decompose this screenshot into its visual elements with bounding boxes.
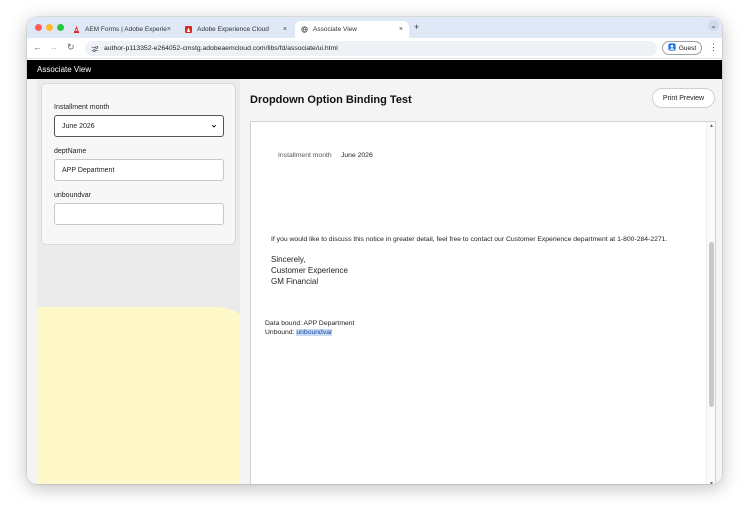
preview-installment-label: Installment month xyxy=(278,152,332,159)
form-panel: Installment month June 2026 deptName APP… xyxy=(37,79,240,484)
tab-aem-forms[interactable]: AEM Forms | Adobe Experien × xyxy=(67,21,177,38)
tab-title: AEM Forms | Adobe Experien xyxy=(85,26,167,33)
data-form: Installment month June 2026 deptName APP… xyxy=(41,83,236,245)
preview-unbound-value: unboundvar xyxy=(296,329,333,336)
profile-button[interactable]: Guest xyxy=(662,41,702,55)
scroll-thumb[interactable] xyxy=(709,242,714,407)
chevron-down-icon xyxy=(211,124,217,128)
field-label-unboundvar: unboundvar xyxy=(54,192,91,199)
globe-icon xyxy=(301,26,308,33)
field-label-installment-month: Installment month xyxy=(54,104,110,111)
document-title: Dropdown Option Binding Test xyxy=(250,94,412,106)
input-value: APP Department xyxy=(62,166,115,174)
deptname-input[interactable]: APP Department xyxy=(54,159,224,181)
preview-notice-text: If you would like to discuss this notice… xyxy=(271,236,668,243)
browser-toolbar: ← → ↻ author-p113352-e264052-cmstg.adobe… xyxy=(27,38,722,59)
preview-signoff: Sincerely, xyxy=(271,255,306,264)
preview-unbound-line: Unbound: unboundvar xyxy=(265,329,333,336)
back-icon[interactable]: ← xyxy=(33,42,42,52)
select-value: June 2026 xyxy=(62,122,95,130)
minimize-window-dot[interactable] xyxy=(46,24,53,31)
decorative-background xyxy=(37,307,240,484)
scroll-down-icon[interactable]: ▼ xyxy=(709,481,714,484)
tab-close-icon[interactable]: × xyxy=(167,26,171,33)
preview-scrollbar[interactable]: ▲ ▼ xyxy=(706,122,715,484)
maximize-window-dot[interactable] xyxy=(57,24,64,31)
browser-window: AEM Forms | Adobe Experien × Adobe Exper… xyxy=(27,17,722,484)
field-label-deptname: deptName xyxy=(54,148,87,155)
document-preview: Installment month June 2026 If you would… xyxy=(250,121,716,484)
browser-menu-icon[interactable]: ⋮ xyxy=(709,42,718,53)
address-bar[interactable]: author-p113352-e264052-cmstg.adobeaemclo… xyxy=(85,41,657,56)
main-content: Installment month June 2026 deptName APP… xyxy=(27,79,722,484)
tab-list-button[interactable]: ⌄ xyxy=(708,20,719,31)
forward-icon[interactable]: → xyxy=(49,42,58,52)
adobe-a-icon xyxy=(73,26,80,33)
tab-close-icon[interactable]: × xyxy=(399,26,403,33)
tab-close-icon[interactable]: × xyxy=(283,26,287,33)
new-tab-button[interactable]: + xyxy=(414,22,419,32)
tab-adobe-experience-cloud[interactable]: Adobe Experience Cloud × xyxy=(179,21,293,38)
adobe-red-icon xyxy=(185,26,192,33)
reload-icon[interactable]: ↻ xyxy=(67,42,75,53)
preview-unbound-label: Unbound: xyxy=(265,329,295,336)
app-header: Associate View xyxy=(27,60,722,79)
preview-signature-line2: GM Financial xyxy=(271,277,319,286)
scroll-up-icon[interactable]: ▲ xyxy=(709,123,714,129)
app-title: Associate View xyxy=(37,65,92,74)
preview-signature-line1: Customer Experience xyxy=(271,266,348,275)
print-preview-button[interactable]: Print Preview xyxy=(652,88,715,108)
preview-data-bound: Data bound: APP Department xyxy=(265,320,355,327)
tab-title: Associate View xyxy=(313,26,357,33)
tab-strip: AEM Forms | Adobe Experien × Adobe Exper… xyxy=(27,17,722,38)
site-info-icon[interactable] xyxy=(91,45,99,53)
preview-installment-value: June 2026 xyxy=(341,152,373,159)
installment-month-select[interactable]: June 2026 xyxy=(54,115,224,137)
profile-label: Guest xyxy=(678,44,697,52)
url-text: author-p113352-e264052-cmstg.adobeaemclo… xyxy=(104,45,338,52)
tab-associate-view[interactable]: Associate View × xyxy=(295,21,409,38)
tab-title: Adobe Experience Cloud xyxy=(197,26,269,33)
close-window-dot[interactable] xyxy=(35,24,42,31)
person-icon xyxy=(668,43,676,53)
unboundvar-input[interactable] xyxy=(54,203,224,225)
